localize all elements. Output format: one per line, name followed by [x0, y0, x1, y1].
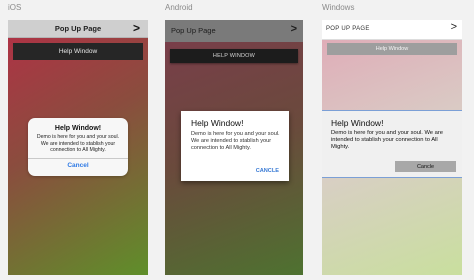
ios-screen: Pop Up Page > Help Window Help Window! D…: [8, 20, 148, 275]
windows-page-title: POP UP PAGE: [326, 26, 370, 32]
ios-alert-dialog: Help Window! Demo is here for you and yo…: [28, 118, 128, 176]
windows-dialog-title: Help Window!: [331, 118, 384, 128]
android-toolbar: Pop Up Page >: [165, 20, 303, 42]
ios-cancel-button[interactable]: Cancel: [28, 162, 128, 169]
android-page-title: Pop Up Page: [171, 26, 216, 35]
windows-platform-label: Windows: [322, 3, 355, 12]
windows-dialog-message: Demo is here for you and your soul. We a…: [331, 130, 444, 150]
windows-alert-dialog: Help Window! Demo is here for you and yo…: [322, 110, 462, 178]
android-alert-dialog: Help Window! Demo is here for you and yo…: [181, 111, 289, 181]
chevron-right-icon[interactable]: >: [133, 21, 140, 35]
chevron-right-icon[interactable]: >: [291, 23, 297, 35]
android-screen: Pop Up Page > HELP WINDOW Help Window! D…: [165, 20, 303, 275]
ios-alert-title: Help Window!: [54, 125, 102, 132]
ios-help-window-button[interactable]: Help Window: [13, 43, 143, 60]
ios-page-title: Pop Up Page: [54, 24, 102, 33]
windows-screen: POP UP PAGE > Help Window Help Window! D…: [322, 20, 462, 275]
ios-platform-label: iOS: [8, 3, 22, 12]
android-platform-label: Android: [165, 3, 193, 12]
android-help-window-button[interactable]: HELP WINDOW: [170, 49, 298, 63]
windows-cancel-button[interactable]: Cancle: [395, 161, 456, 172]
ios-alert-divider: [28, 158, 128, 159]
windows-help-window-button[interactable]: Help Window: [327, 43, 457, 55]
ios-navigation-bar: Pop Up Page >: [8, 20, 148, 38]
windows-title-bar: POP UP PAGE >: [322, 20, 462, 40]
android-dialog-message: Demo is here for you and your soul. We a…: [191, 131, 280, 151]
chevron-right-icon[interactable]: >: [451, 21, 457, 33]
android-cancel-button[interactable]: CANCLE: [256, 168, 279, 174]
ios-alert-message: Demo is here for you and your soul. We a…: [36, 134, 120, 153]
android-dialog-title: Help Window!: [191, 118, 244, 128]
